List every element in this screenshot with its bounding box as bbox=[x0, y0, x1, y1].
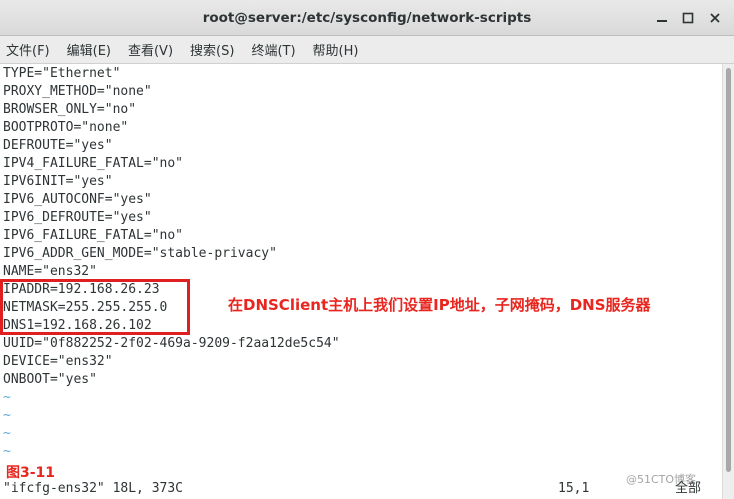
annotation-text: 在DNSClient主机上我们设置IP地址，子网掩码，DNS服务器 bbox=[228, 296, 651, 314]
menu-search[interactable]: 搜索(S) bbox=[190, 40, 234, 59]
minimize-button[interactable] bbox=[653, 9, 671, 27]
highlight-box bbox=[0, 279, 190, 335]
menu-view[interactable]: 查看(V) bbox=[128, 40, 173, 59]
file-line: DEFROUTE="yes" bbox=[3, 138, 113, 153]
menu-edit[interactable]: 编辑(E) bbox=[67, 40, 111, 59]
scrollbar-thumb[interactable] bbox=[726, 68, 731, 472]
empty-line-tilde: ~ bbox=[3, 444, 11, 459]
close-icon bbox=[710, 13, 720, 23]
window-title: root@server:/etc/sysconfig/network-scrip… bbox=[202, 10, 532, 26]
menu-terminal[interactable]: 终端(T) bbox=[251, 40, 295, 59]
menu-help[interactable]: 帮助(H) bbox=[313, 40, 359, 59]
close-button[interactable] bbox=[706, 9, 724, 27]
status-file-info: "ifcfg-ens32" 18L, 373C bbox=[3, 481, 184, 496]
file-line: IPV6_FAILURE_FATAL="no" bbox=[3, 228, 184, 243]
menu-bar: 文件(F) 编辑(E) 查看(V) 搜索(S) 终端(T) 帮助(H) bbox=[0, 36, 734, 64]
window-titlebar[interactable]: root@server:/etc/sysconfig/network-scrip… bbox=[0, 0, 734, 36]
empty-line-tilde: ~ bbox=[3, 408, 11, 423]
file-line: BOOTPROTO="none" bbox=[3, 120, 129, 135]
figure-label: 图3-11 bbox=[6, 465, 56, 481]
empty-line-tilde: ~ bbox=[3, 390, 11, 405]
terminal-scrollbar[interactable] bbox=[722, 64, 734, 499]
minimize-icon bbox=[657, 20, 667, 22]
menu-file[interactable]: 文件(F) bbox=[6, 40, 50, 59]
empty-line-tilde: ~ bbox=[3, 426, 11, 441]
file-line: ONBOOT="yes" bbox=[3, 372, 97, 387]
file-line: BROWSER_ONLY="no" bbox=[3, 102, 137, 117]
file-line: PROXY_METHOD="none" bbox=[3, 84, 152, 99]
file-line: IPV4_FAILURE_FATAL="no" bbox=[3, 156, 184, 171]
file-line: IPV6INIT="yes" bbox=[3, 174, 113, 189]
file-line: DEVICE="ens32" bbox=[3, 354, 113, 369]
file-line: IPV6_AUTOCONF="yes" bbox=[3, 192, 152, 207]
maximize-icon bbox=[682, 12, 694, 24]
file-line: IPV6_ADDR_GEN_MODE="stable-privacy" bbox=[3, 246, 277, 261]
file-line: TYPE="Ethernet" bbox=[3, 66, 121, 81]
maximize-button[interactable] bbox=[679, 9, 697, 27]
status-scope: 全部 bbox=[675, 481, 702, 496]
status-cursor-position: 15,1 bbox=[558, 481, 590, 496]
file-line: UUID="0f882252-2f02-469a-9209-f2aa12de5c… bbox=[3, 336, 340, 351]
file-line: IPV6_DEFROUTE="yes" bbox=[3, 210, 152, 225]
